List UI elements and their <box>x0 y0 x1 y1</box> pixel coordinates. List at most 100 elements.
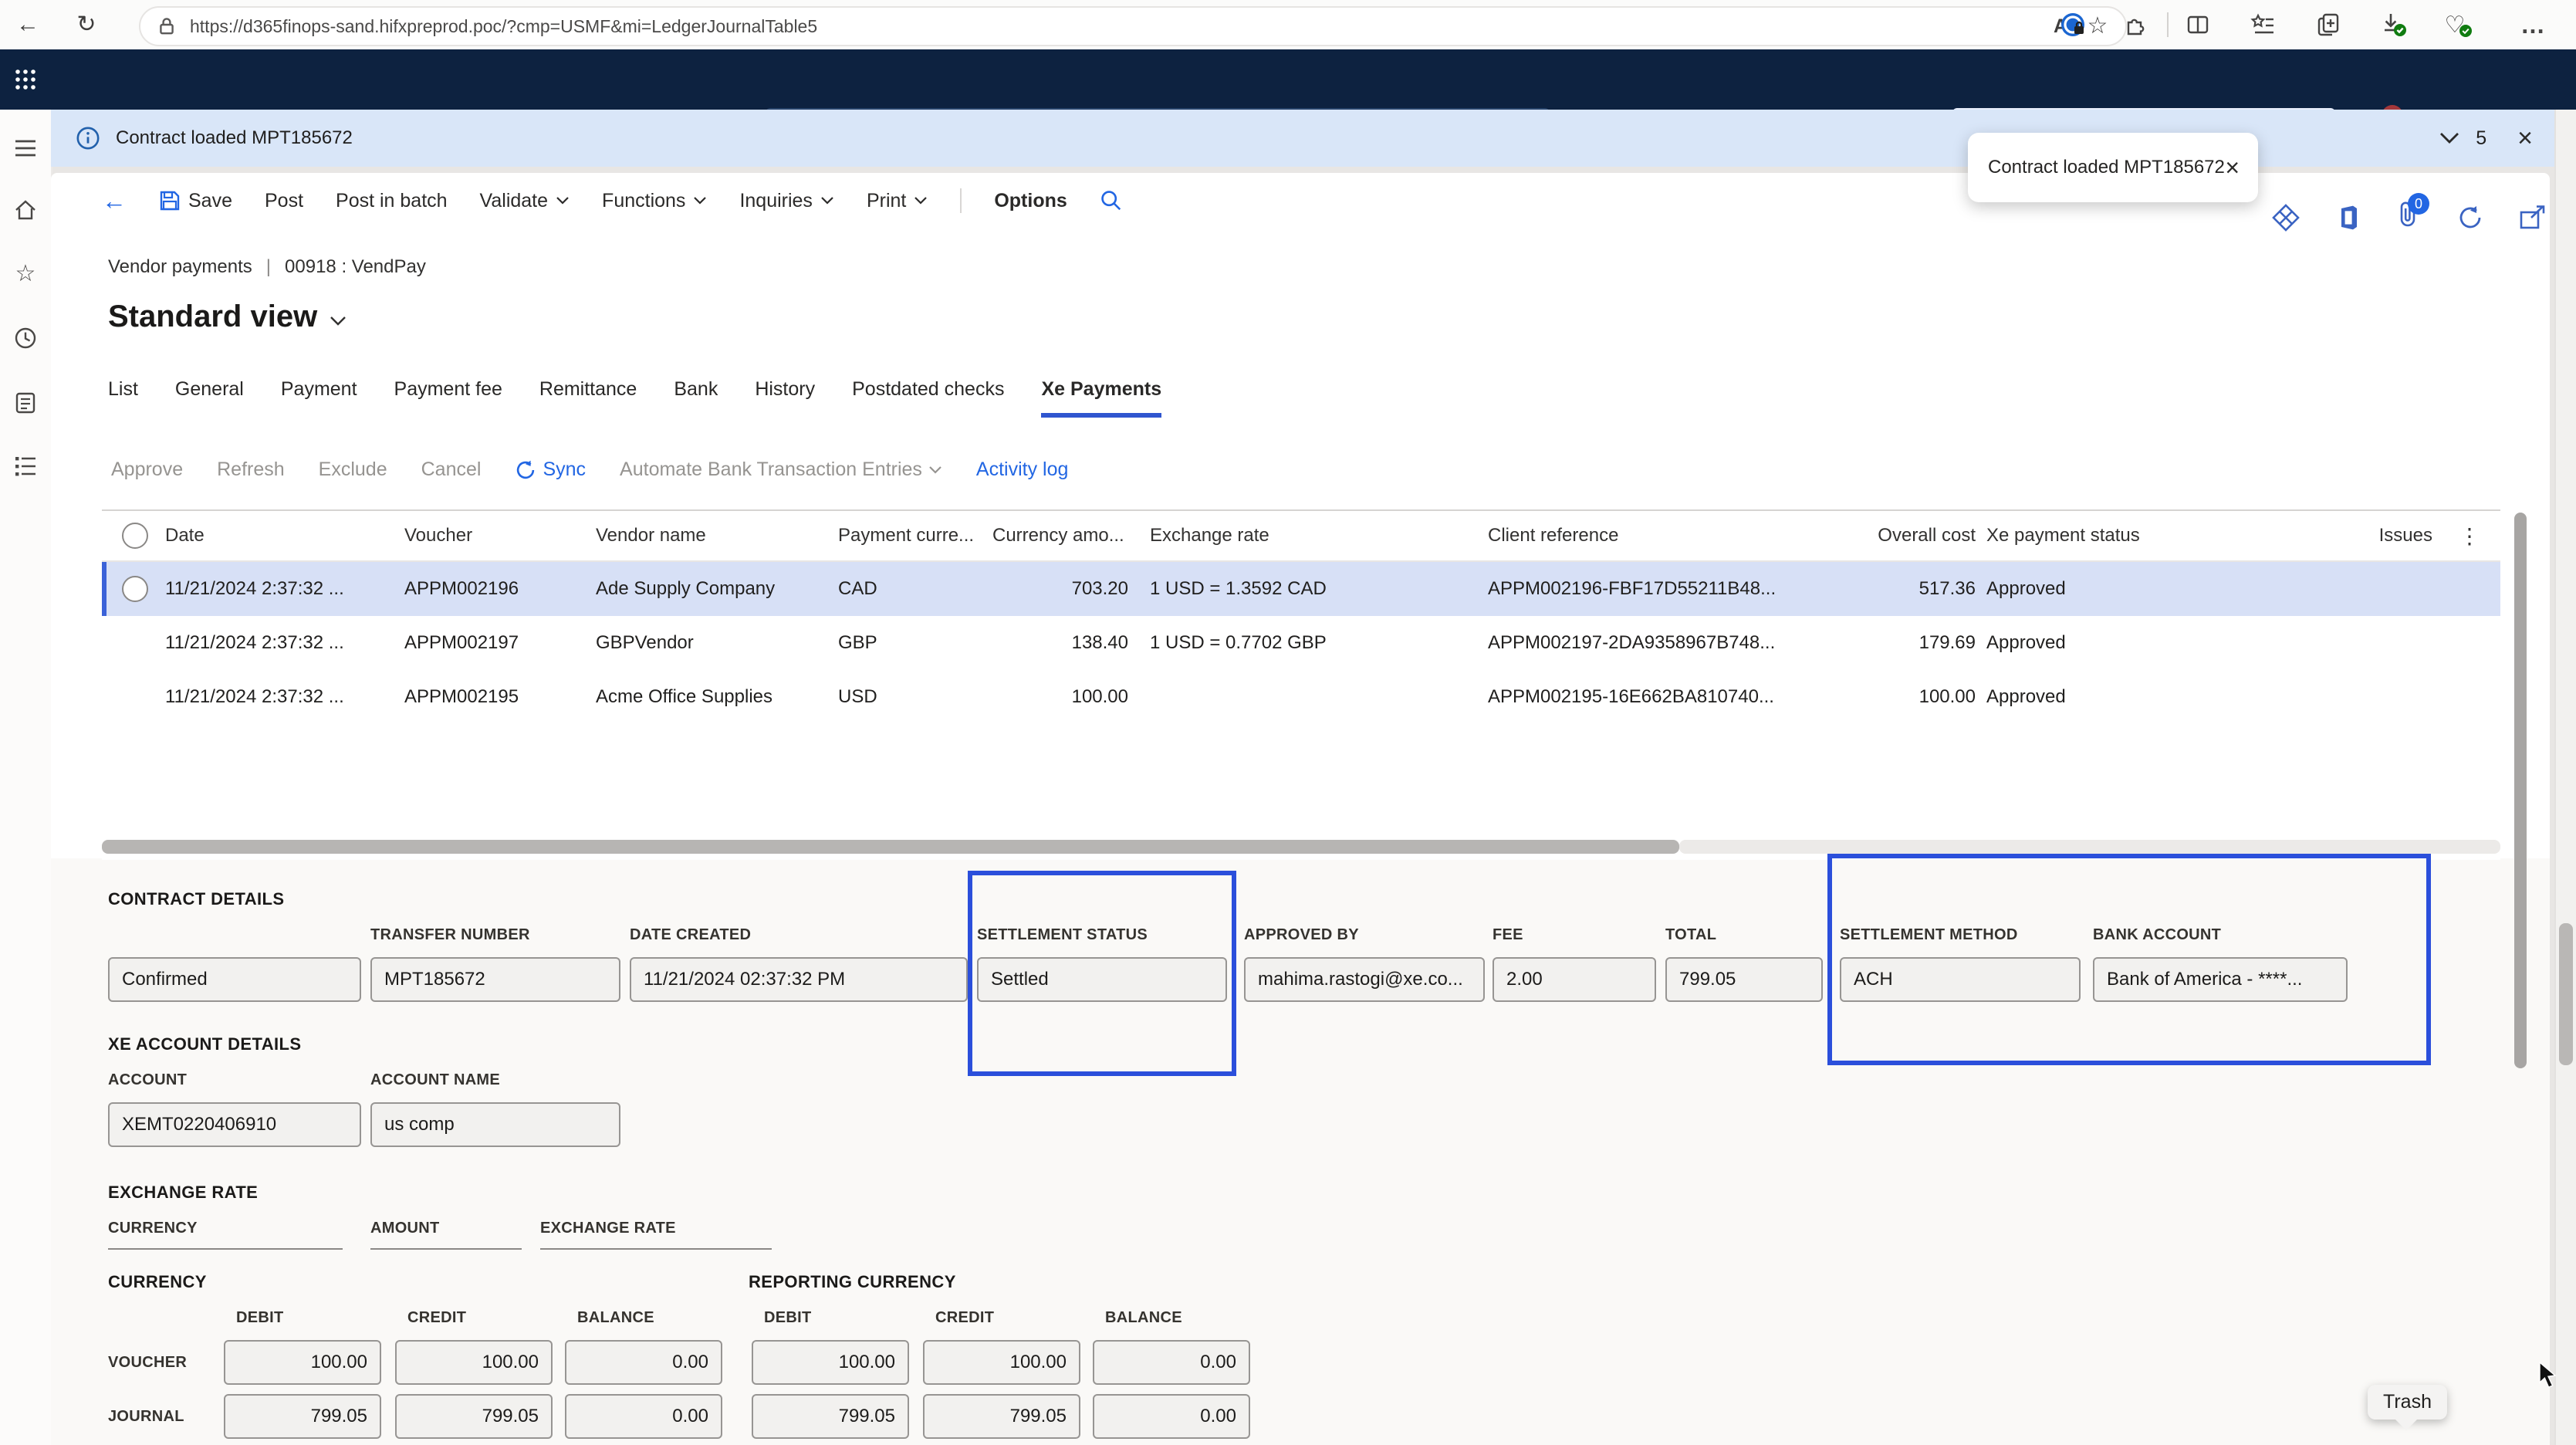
cell-client-reference: APPM002197-2DA9358967B748... <box>1488 632 1858 654</box>
window-scrollbar-track[interactable] <box>2554 110 2576 1445</box>
journal-credit-field[interactable]: 799.05 <box>395 1394 553 1439</box>
extensions-puzzle-icon[interactable] <box>2116 0 2156 49</box>
tab-postdated-checks[interactable]: Postdated checks <box>852 378 1004 418</box>
validate-menu[interactable]: Validate <box>480 190 570 212</box>
refresh-button[interactable]: Refresh <box>217 459 285 481</box>
back-button[interactable]: ← <box>102 187 127 215</box>
toast-close-icon[interactable]: × <box>2225 155 2240 180</box>
col-currency-amount[interactable]: Currency amo... <box>974 525 1128 547</box>
post-button[interactable]: Post <box>265 190 303 212</box>
command-search-icon[interactable] <box>1100 189 1123 212</box>
downloads-icon[interactable] <box>2374 0 2414 49</box>
account-name-field[interactable]: us comp <box>370 1102 620 1147</box>
grid-horizontal-scrollbar[interactable] <box>102 840 1679 854</box>
journal-reporting-credit-field[interactable]: 799.05 <box>923 1394 1080 1439</box>
tab-list[interactable]: List <box>108 378 138 418</box>
password-manager-icon[interactable] <box>2053 0 2093 49</box>
open-in-new-window-icon[interactable] <box>2519 205 2547 230</box>
content-vertical-scrollbar[interactable] <box>2514 513 2527 1068</box>
automate-bank-transaction-entries-menu[interactable]: Automate Bank Transaction Entries <box>620 459 942 481</box>
journal-balance-field[interactable]: 0.00 <box>565 1394 722 1439</box>
tab-payment[interactable]: Payment <box>281 378 357 418</box>
attachments-button[interactable]: 0 <box>2397 201 2422 235</box>
col-vendor-name[interactable]: Vendor name <box>596 525 838 547</box>
address-bar[interactable]: https://d365finops-sand.hifxpreprod.poc/… <box>139 6 2127 46</box>
contract-status-field[interactable]: Confirmed <box>108 957 361 1002</box>
view-chevron-icon[interactable] <box>330 316 347 327</box>
voucher-reporting-credit-field[interactable]: 100.00 <box>923 1340 1080 1385</box>
sync-button[interactable]: Sync <box>515 459 586 481</box>
tab-xe-payments[interactable]: Xe Payments <box>1041 378 1161 418</box>
activity-log-link[interactable]: Activity log <box>976 459 1068 481</box>
grid-more-options-icon[interactable]: ⋮ <box>2439 523 2500 549</box>
post-in-batch-button[interactable]: Post in batch <box>336 190 448 212</box>
account-field[interactable]: XEMT0220406910 <box>108 1102 361 1147</box>
col-issues[interactable]: Issues <box>2315 525 2439 547</box>
favorites-icon[interactable]: ☆ <box>0 255 51 292</box>
refresh-icon[interactable] <box>2457 205 2483 231</box>
notes-icon[interactable] <box>0 384 51 421</box>
browser-reload-icon[interactable]: ↻ <box>68 0 105 49</box>
close-message-bar-icon[interactable]: × <box>2517 125 2533 151</box>
grid-row-3[interactable]: 11/21/2024 2:37:32 ... APPM002195 Acme O… <box>102 670 2500 724</box>
journal-reporting-debit-field[interactable]: 799.05 <box>752 1394 909 1439</box>
tab-payment-fee[interactable]: Payment fee <box>394 378 502 418</box>
print-menu[interactable]: Print <box>867 190 928 212</box>
date-created-field[interactable]: 11/21/2024 02:37:32 PM <box>630 957 968 1002</box>
col-payment-currency[interactable]: Payment curre... <box>838 525 974 547</box>
save-button[interactable]: Save <box>159 190 232 212</box>
grid-horizontal-scrollbar-track[interactable] <box>1679 840 2500 854</box>
designer-diamond-icon[interactable] <box>2272 204 2300 232</box>
message-bar-text: Contract loaded MPT185672 <box>116 127 353 149</box>
breadcrumb-form-name[interactable]: Vendor payments <box>108 256 252 278</box>
approve-button[interactable]: Approve <box>111 459 183 481</box>
col-exchange-rate[interactable]: Exchange rate <box>1128 525 1488 547</box>
credit-label: CREDIT <box>407 1309 466 1327</box>
office-icon[interactable] <box>2335 205 2361 231</box>
browser-back-icon[interactable]: ← <box>9 0 46 49</box>
workspaces-list-icon[interactable] <box>0 448 51 485</box>
hamburger-menu-icon[interactable] <box>0 130 51 167</box>
select-all-radio[interactable] <box>122 523 148 549</box>
browser-essentials-icon[interactable]: ♡ <box>2439 0 2479 49</box>
breadcrumb-record: 00918 : VendPay <box>285 256 426 278</box>
col-voucher[interactable]: Voucher <box>404 525 596 547</box>
col-date[interactable]: Date <box>165 525 404 547</box>
waffle-menu-icon[interactable] <box>14 68 37 97</box>
functions-menu[interactable]: Functions <box>602 190 707 212</box>
voucher-debit-field[interactable]: 100.00 <box>224 1340 381 1385</box>
transfer-number-field[interactable]: MPT185672 <box>370 957 620 1002</box>
voucher-credit-field[interactable]: 100.00 <box>395 1340 553 1385</box>
journal-reporting-balance-field[interactable]: 0.00 <box>1093 1394 1250 1439</box>
col-overall-cost[interactable]: Overall cost <box>1858 525 1976 547</box>
expand-messages-chevron-icon[interactable] <box>2439 131 2460 145</box>
recent-icon[interactable] <box>0 320 51 357</box>
inquiries-menu[interactable]: Inquiries <box>739 190 834 212</box>
grid-row-1[interactable]: 11/21/2024 2:37:32 ... APPM002196 Ade Su… <box>102 562 2500 616</box>
col-xe-payment-status[interactable]: Xe payment status <box>1976 525 2315 547</box>
cancel-button[interactable]: Cancel <box>421 459 482 481</box>
options-menu[interactable]: Options <box>994 190 1067 212</box>
total-field[interactable]: 799.05 <box>1665 957 1823 1002</box>
voucher-reporting-debit-field[interactable]: 100.00 <box>752 1340 909 1385</box>
tab-bank[interactable]: Bank <box>674 378 718 418</box>
tab-history[interactable]: History <box>755 378 815 418</box>
row-select-radio[interactable] <box>122 576 148 602</box>
col-client-reference[interactable]: Client reference <box>1488 525 1858 547</box>
home-icon[interactable] <box>0 191 51 228</box>
journal-debit-field[interactable]: 799.05 <box>224 1394 381 1439</box>
browser-more-icon[interactable]: … <box>2513 0 2553 49</box>
split-screen-icon[interactable] <box>2178 0 2218 49</box>
grid-row-2[interactable]: 11/21/2024 2:37:32 ... APPM002197 GBPVen… <box>102 616 2500 670</box>
window-scrollbar-thumb[interactable] <box>2559 923 2573 1065</box>
fee-field[interactable]: 2.00 <box>1493 957 1656 1002</box>
tab-remittance[interactable]: Remittance <box>539 378 637 418</box>
tab-general[interactable]: General <box>175 378 244 418</box>
exclude-button[interactable]: Exclude <box>319 459 387 481</box>
collections-add-icon[interactable] <box>2309 0 2349 49</box>
voucher-balance-field[interactable]: 0.00 <box>565 1340 722 1385</box>
voucher-reporting-balance-field[interactable]: 0.00 <box>1093 1340 1250 1385</box>
approved-by-field[interactable]: mahima.rastogi@xe.co... <box>1244 957 1485 1002</box>
favorites-list-icon[interactable] <box>2243 0 2283 49</box>
cell-voucher: APPM002196 <box>404 578 596 600</box>
